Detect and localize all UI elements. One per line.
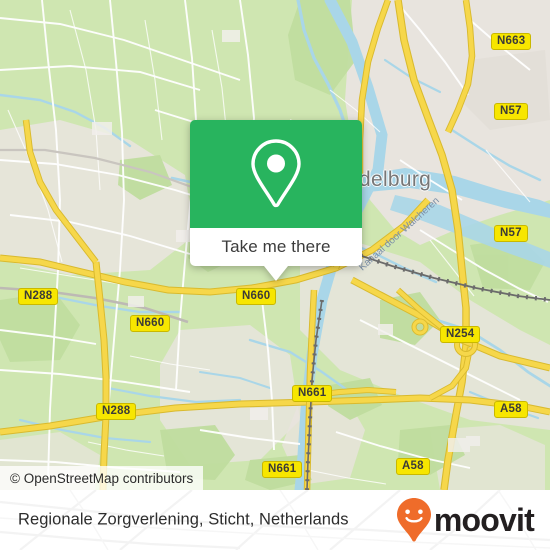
road-shield-n660-east[interactable]: N660 [236, 288, 277, 305]
osm-attribution-text[interactable]: © OpenStreetMap contributors [10, 471, 193, 486]
take-me-there-label: Take me there [221, 237, 331, 256]
road-shield-n288-south[interactable]: N288 [96, 403, 137, 420]
location-title: Regionale Zorgverlening, Sticht, Netherl… [18, 510, 349, 529]
popup-action-bar[interactable]: Take me there [190, 228, 362, 266]
road-shield-a58-south[interactable]: A58 [396, 458, 430, 475]
road-shield-a58-east[interactable]: A58 [494, 401, 528, 418]
moovit-wordmark: moovit [433, 502, 535, 538]
road-shield-n57-south[interactable]: N57 [494, 225, 528, 242]
popup-image-area [190, 120, 362, 228]
road-shield-n660-west[interactable]: N660 [130, 315, 171, 332]
moovit-map-screenshot: ddelburg Kanaal door Walcheren N663 N57 … [0, 0, 550, 550]
road-shield-n663[interactable]: N663 [491, 33, 532, 50]
road-shield-n288-west[interactable]: N288 [18, 288, 59, 305]
location-popup[interactable]: Take me there [190, 120, 362, 281]
moovit-pin-icon [396, 498, 431, 542]
map-pin-icon [251, 139, 301, 208]
road-shield-n57-north[interactable]: N57 [494, 103, 528, 120]
popup-tail [264, 266, 288, 281]
footer-bar: Regionale Zorgverlening, Sticht, Netherl… [0, 490, 550, 550]
road-shield-n661-south[interactable]: N661 [262, 461, 303, 478]
map-canvas[interactable]: ddelburg Kanaal door Walcheren N663 N57 … [0, 0, 550, 490]
moovit-logo[interactable]: moovit [395, 497, 535, 543]
road-shield-n661-north[interactable]: N661 [292, 385, 333, 402]
map-attribution-bar: © OpenStreetMap contributors [0, 466, 204, 490]
road-shield-n254[interactable]: N254 [440, 326, 481, 343]
